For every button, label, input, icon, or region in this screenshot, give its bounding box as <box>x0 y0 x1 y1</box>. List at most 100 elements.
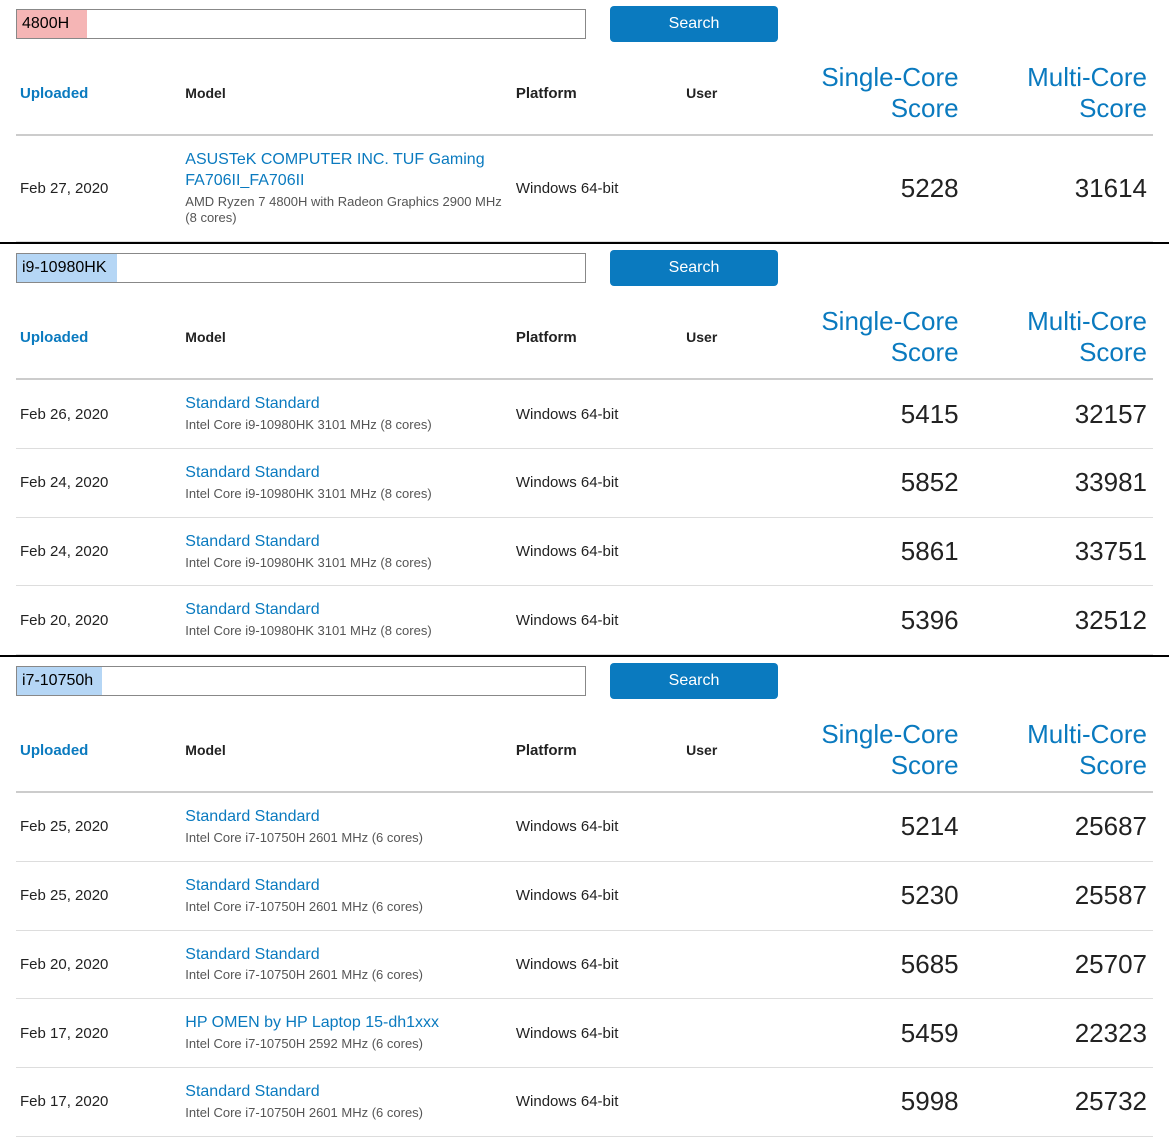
platform-cell: Windows 64-bit <box>512 517 682 586</box>
model-link[interactable]: Standard Standard <box>185 600 508 621</box>
platform-cell: Windows 64-bit <box>512 792 682 861</box>
single-core-cell: 5459 <box>772 999 962 1068</box>
search-button[interactable]: Search <box>610 6 778 42</box>
table-row: Feb 20, 2020Standard Standard Intel Core … <box>16 586 1153 655</box>
single-core-cell: 5214 <box>772 792 962 861</box>
uploaded-cell: Feb 17, 2020 <box>16 999 181 1068</box>
table-row: Feb 26, 2020Standard StandardIntel Core … <box>16 379 1153 448</box>
single-core-cell: 5415 <box>772 379 962 448</box>
model-cell: HP OMEN by HP Laptop 15-dh1xxx Intel Core… <box>181 999 512 1068</box>
model-subtitle: AMD Ryzen 7 4800H with Radeon Graphics 2… <box>185 194 508 228</box>
user-cell <box>682 449 772 518</box>
col-user-header: User <box>682 711 772 792</box>
model-cell: Standard Standard Intel Core i9-10980HK 3… <box>181 449 512 518</box>
model-subtitle: Intel Core i7-10750H 2592 MHz (6 cores) <box>185 1036 508 1053</box>
col-multi-core-header[interactable]: Multi-Core Score <box>963 54 1153 135</box>
multi-core-cell: 32512 <box>963 586 1153 655</box>
single-core-cell: 5230 <box>772 861 962 930</box>
platform-cell: Windows 64-bit <box>512 586 682 655</box>
model-cell: Standard Standard Intel Core i9-10980HK 3… <box>181 586 512 655</box>
table-row: Feb 25, 2020Standard Standard Intel Core … <box>16 861 1153 930</box>
uploaded-cell: Feb 20, 2020 <box>16 586 181 655</box>
results-section: Search UploadedModelPlatformUserSingle-Co… <box>0 655 1169 1136</box>
search-row: Search <box>16 250 1153 286</box>
multi-core-cell: 25732 <box>963 1067 1153 1136</box>
model-cell: Standard Standard Intel Core i7-10750H 26… <box>181 861 512 930</box>
platform-cell: Windows 64-bit <box>512 135 682 242</box>
model-link[interactable]: Standard Standard <box>185 945 508 966</box>
table-row: Feb 20, 2020Standard StandardIntel Core … <box>16 930 1153 999</box>
uploaded-cell: Feb 25, 2020 <box>16 861 181 930</box>
multi-core-cell: 22323 <box>963 999 1153 1068</box>
platform-cell: Windows 64-bit <box>512 449 682 518</box>
model-subtitle: Intel Core i7-10750H 2601 MHz (6 cores) <box>185 1105 508 1122</box>
col-user-header: User <box>682 54 772 135</box>
multi-core-cell: 31614 <box>963 135 1153 242</box>
table-row: Feb 24, 2020Standard StandardIntel Core … <box>16 517 1153 586</box>
model-link[interactable]: Standard Standard <box>185 876 508 897</box>
col-model-header: Model <box>181 298 512 379</box>
platform-cell: Windows 64-bit <box>512 861 682 930</box>
model-link[interactable]: Standard Standard <box>185 463 508 484</box>
user-cell <box>682 517 772 586</box>
col-single-core-header[interactable]: Single-Core Score <box>772 298 962 379</box>
single-core-cell: 5228 <box>772 135 962 242</box>
user-cell <box>682 999 772 1068</box>
col-uploaded-header[interactable]: Uploaded <box>16 711 181 792</box>
multi-core-cell: 32157 <box>963 379 1153 448</box>
model-subtitle: Intel Core i9-10980HK 3101 MHz (8 cores) <box>185 623 508 640</box>
model-link[interactable]: Standard Standard <box>185 807 508 828</box>
search-input[interactable] <box>16 9 586 39</box>
uploaded-cell: Feb 25, 2020 <box>16 792 181 861</box>
col-platform-header: Platform <box>512 711 682 792</box>
multi-core-cell: 25687 <box>963 792 1153 861</box>
table-row: Feb 17, 2020HP OMEN by HP Laptop 15-dh1x… <box>16 999 1153 1068</box>
uploaded-cell: Feb 27, 2020 <box>16 135 181 242</box>
results-table: UploadedModelPlatformUserSingle-Core Sco… <box>16 298 1153 655</box>
model-link[interactable]: HP OMEN by HP Laptop 15-dh1xxx <box>185 1013 508 1034</box>
col-single-core-header[interactable]: Single-Core Score <box>772 54 962 135</box>
user-cell <box>682 379 772 448</box>
col-uploaded-header[interactable]: Uploaded <box>16 54 181 135</box>
table-row: Feb 24, 2020Standard StandardIntel Core … <box>16 449 1153 518</box>
single-core-cell: 5852 <box>772 449 962 518</box>
model-link[interactable]: Standard Standard <box>185 1082 508 1103</box>
model-link[interactable]: ASUSTeK COMPUTER INC. TUF Gaming FA706II… <box>185 150 508 192</box>
uploaded-cell: Feb 20, 2020 <box>16 930 181 999</box>
col-model-header: Model <box>181 711 512 792</box>
model-subtitle: Intel Core i9-10980HK 3101 MHz (8 cores) <box>185 486 508 503</box>
model-link[interactable]: Standard Standard <box>185 532 508 553</box>
user-cell <box>682 586 772 655</box>
search-button[interactable]: Search <box>610 250 778 286</box>
user-cell <box>682 135 772 242</box>
user-cell <box>682 1067 772 1136</box>
results-section: Search UploadedModelPlatformUserSingle-Co… <box>0 242 1169 655</box>
single-core-cell: 5685 <box>772 930 962 999</box>
search-input[interactable] <box>16 666 586 696</box>
platform-cell: Windows 64-bit <box>512 1067 682 1136</box>
col-model-header: Model <box>181 54 512 135</box>
search-button[interactable]: Search <box>610 663 778 699</box>
col-single-core-header[interactable]: Single-Core Score <box>772 711 962 792</box>
multi-core-cell: 25707 <box>963 930 1153 999</box>
uploaded-cell: Feb 24, 2020 <box>16 517 181 586</box>
multi-core-cell: 33981 <box>963 449 1153 518</box>
table-row: Feb 27, 2020ASUSTeK COMPUTER INC. TUF Ga… <box>16 135 1153 242</box>
col-multi-core-header[interactable]: Multi-Core Score <box>963 711 1153 792</box>
search-input[interactable] <box>16 253 586 283</box>
col-platform-header: Platform <box>512 54 682 135</box>
multi-core-cell: 33751 <box>963 517 1153 586</box>
model-subtitle: Intel Core i7-10750H 2601 MHz (6 cores) <box>185 899 508 916</box>
col-uploaded-header[interactable]: Uploaded <box>16 298 181 379</box>
results-table: UploadedModelPlatformUserSingle-Core Sco… <box>16 54 1153 242</box>
platform-cell: Windows 64-bit <box>512 379 682 448</box>
model-cell: Standard StandardIntel Core i9-10980HK 3… <box>181 517 512 586</box>
model-link[interactable]: Standard Standard <box>185 394 508 415</box>
uploaded-cell: Feb 17, 2020 <box>16 1067 181 1136</box>
model-cell: Standard Standard Intel Core i7-10750H 26… <box>181 792 512 861</box>
model-subtitle: Intel Core i9-10980HK 3101 MHz (8 cores) <box>185 417 508 434</box>
model-subtitle: Intel Core i7-10750H 2601 MHz (6 cores) <box>185 830 508 847</box>
user-cell <box>682 792 772 861</box>
model-cell: Standard Standard Intel Core i7-10750H 26… <box>181 1067 512 1136</box>
col-multi-core-header[interactable]: Multi-Core Score <box>963 298 1153 379</box>
